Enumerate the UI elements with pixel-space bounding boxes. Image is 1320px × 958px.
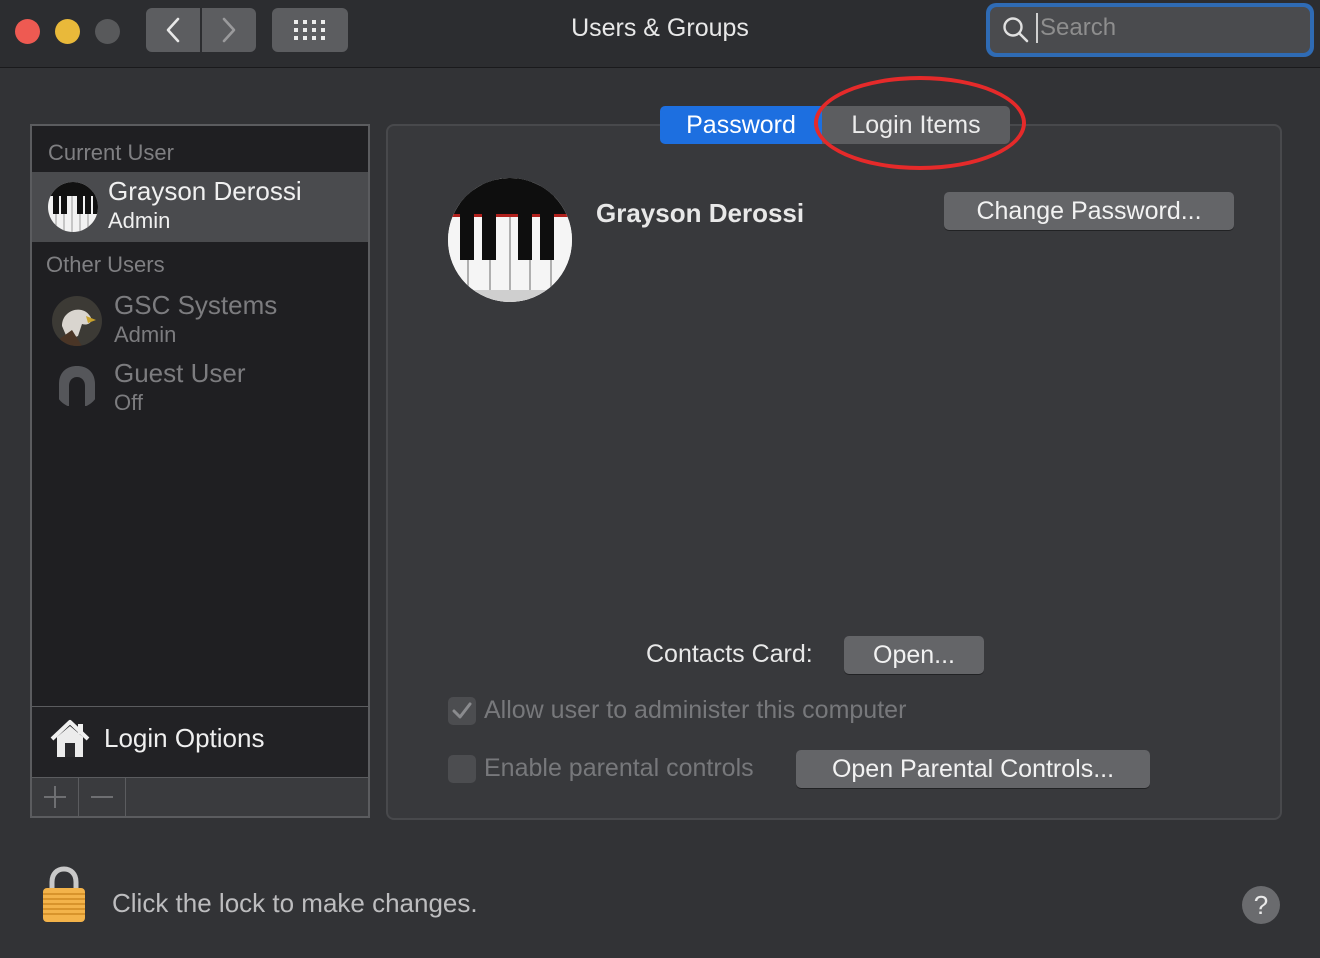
checkmark-icon xyxy=(452,702,472,719)
chevron-left-icon xyxy=(166,17,180,43)
sidebar-toolbar xyxy=(32,778,368,816)
gsc-systems-name: GSC Systems xyxy=(114,290,278,320)
user-full-name: Grayson Derossi xyxy=(596,198,805,228)
current-user-name: Grayson Derossi xyxy=(108,176,302,206)
zoom-window-button[interactable] xyxy=(95,19,120,44)
forward-button[interactable] xyxy=(202,8,256,52)
open-parental-controls-button[interactable]: Open Parental Controls... xyxy=(796,750,1150,788)
login-options-label: Login Options xyxy=(104,723,265,753)
back-button[interactable] xyxy=(146,8,200,52)
allow-admin-label: Allow user to administer this computer xyxy=(484,696,907,724)
guest-user-icon xyxy=(54,362,100,408)
sidebar-item-guest-user[interactable]: Guest User Off xyxy=(32,354,368,424)
parental-controls-label: Enable parental controls xyxy=(484,754,754,782)
window-title: Users & Groups xyxy=(571,14,749,42)
search-icon xyxy=(1003,17,1029,43)
search-field[interactable] xyxy=(986,3,1314,57)
contacts-card-label: Contacts Card: xyxy=(646,640,813,668)
chevron-right-icon xyxy=(222,17,236,43)
sidebar-item-current-user[interactable]: Grayson Derossi Admin xyxy=(32,172,368,242)
remove-user-button[interactable] xyxy=(79,778,126,816)
other-users-header: Other Users xyxy=(46,252,165,277)
guest-user-status: Off xyxy=(114,390,143,415)
title-bar: Users & Groups xyxy=(0,0,1320,68)
parental-controls-checkbox[interactable] xyxy=(448,755,476,783)
gsc-systems-role: Admin xyxy=(114,322,177,347)
grid-icon xyxy=(294,20,325,40)
piano-avatar xyxy=(48,182,98,232)
lock-icon[interactable] xyxy=(40,866,88,924)
tab-password[interactable]: Password xyxy=(660,106,822,144)
minimize-window-button[interactable] xyxy=(55,19,80,44)
open-contacts-button[interactable]: Open... xyxy=(844,636,984,674)
user-picture[interactable] xyxy=(448,178,572,302)
house-icon xyxy=(50,720,90,757)
lock-message: Click the lock to make changes. xyxy=(112,888,478,918)
help-button[interactable]: ? xyxy=(1242,886,1280,924)
allow-admin-checkbox[interactable] xyxy=(448,697,476,725)
close-window-button[interactable] xyxy=(15,19,40,44)
search-input[interactable] xyxy=(1036,13,1296,43)
login-options-item[interactable]: Login Options xyxy=(32,706,368,778)
plus-icon xyxy=(44,786,66,808)
add-user-button[interactable] xyxy=(32,778,79,816)
guest-user-name: Guest User xyxy=(114,358,246,388)
current-user-role: Admin xyxy=(108,208,171,233)
eagle-avatar xyxy=(52,296,102,346)
change-password-button[interactable]: Change Password... xyxy=(944,192,1234,230)
users-sidebar: Current User Grayson Derossi Admin Other… xyxy=(30,124,370,818)
sidebar-item-gsc-systems[interactable]: GSC Systems Admin xyxy=(32,286,368,356)
current-user-header: Current User xyxy=(48,140,174,165)
show-all-button[interactable] xyxy=(272,8,348,52)
annotation-circle xyxy=(814,76,1026,170)
minus-icon xyxy=(91,796,113,798)
